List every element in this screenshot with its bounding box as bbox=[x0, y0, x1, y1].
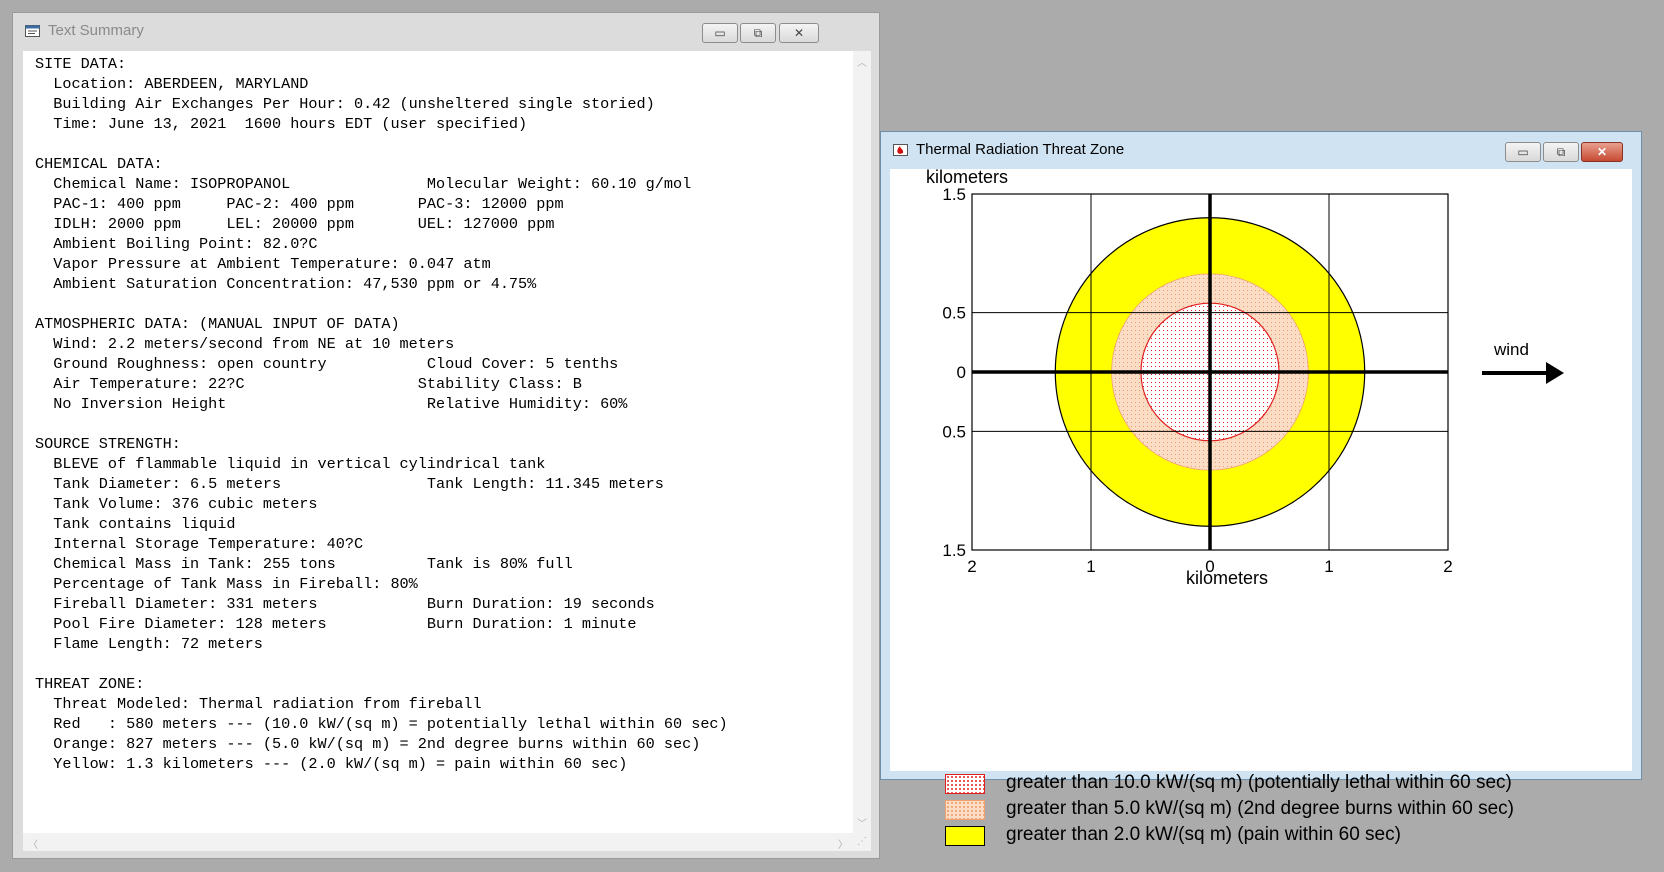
flame-app-icon bbox=[893, 144, 908, 156]
x-tick-label: 1 bbox=[1086, 557, 1095, 576]
close-icon: ✕ bbox=[1596, 145, 1608, 159]
summary-line: Vapor Pressure at Ambient Temperature: 0… bbox=[53, 255, 491, 273]
summary-line: THREAT ZONE: bbox=[35, 675, 145, 693]
text-summary-titlebar[interactable]: Text Summary ▭ ⧉ ✕ bbox=[13, 13, 879, 47]
threat-zone-window: Thermal Radiation Threat Zone ▭ ⧉ ✕ 2 1 0 1… bbox=[880, 131, 1642, 846]
y-tick-label: 0 bbox=[957, 363, 966, 382]
summary-line: SOURCE STRENGTH: bbox=[35, 435, 181, 453]
summary-line: CHEMICAL DATA: bbox=[35, 155, 163, 173]
legend-label: greater than 2.0 kW/(sq m) (pain within … bbox=[1006, 824, 1401, 845]
maximize-icon: ⧉ bbox=[1556, 145, 1566, 159]
summary-line: SITE DATA: bbox=[35, 55, 127, 73]
legend-label: greater than 5.0 kW/(sq m) (2nd degree b… bbox=[1006, 798, 1514, 819]
minimize-icon: ▭ bbox=[1517, 145, 1529, 159]
summary-line: Pool Fire Diameter: 128 meters Burn Dura… bbox=[53, 615, 637, 633]
summary-line: Tank contains liquid bbox=[53, 515, 236, 533]
close-button[interactable]: ✕ bbox=[1581, 142, 1623, 162]
y-tick-label: 1.5 bbox=[942, 185, 966, 204]
horizontal-scrollbar[interactable]: 〈 〉 bbox=[23, 833, 853, 851]
x-axis-label: kilometers bbox=[1186, 568, 1268, 588]
text-summary-content: SITE DATA: Location: ABERDEEN, MARYLAND … bbox=[23, 51, 871, 851]
minimize-button[interactable]: ▭ bbox=[702, 23, 738, 43]
summary-line: Orange: 827 meters --- (5.0 kW/(sq m) = … bbox=[53, 735, 701, 753]
summary-line: Ambient Boiling Point: 82.0?C bbox=[53, 235, 318, 253]
legend-swatch bbox=[945, 826, 985, 846]
x-tick-label: 2 bbox=[1443, 557, 1452, 576]
summary-line: No Inversion Height Relative Humidity: 6… bbox=[53, 395, 628, 413]
wind-label: wind bbox=[1493, 340, 1529, 359]
scroll-up-icon[interactable]: ︿ bbox=[857, 54, 867, 69]
summary-line: Fireball Diameter: 331 meters Burn Durat… bbox=[53, 595, 655, 613]
summary-line: PAC-1: 400 ppm PAC-2: 400 ppm PAC-3: 120… bbox=[53, 195, 564, 213]
y-tick-label: 0.5 bbox=[942, 304, 966, 323]
threat-zone-chart: 2 1 0 1 21.50.500.51.5 kilometers kilometers… bbox=[926, 167, 1564, 588]
legend-label: greater than 10.0 kW/(sq m) (potentially… bbox=[1006, 772, 1512, 793]
summary-line: Yellow: 1.3 kilometers --- (2.0 kW/(sq m… bbox=[53, 755, 628, 773]
summary-line: Location: ABERDEEN, MARYLAND bbox=[53, 75, 309, 93]
app-icon bbox=[25, 25, 40, 37]
summary-line: Ambient Saturation Concentration: 47,530… bbox=[53, 275, 537, 293]
maximize-button[interactable]: ⧉ bbox=[1543, 142, 1579, 162]
text-summary-window: Text Summary ▭ ⧉ ✕ SITE DATA: Location: … bbox=[12, 12, 880, 859]
scroll-down-icon[interactable]: ﹀ bbox=[857, 815, 867, 830]
summary-line: Ground Roughness: open country Cloud Cov… bbox=[53, 355, 619, 373]
summary-line: BLEVE of flammable liquid in vertical cy… bbox=[53, 455, 546, 473]
summary-line: Building Air Exchanges Per Hour: 0.42 (u… bbox=[53, 95, 655, 113]
minimize-icon: ▭ bbox=[714, 26, 726, 40]
summary-line: Threat Modeled: Thermal radiation from f… bbox=[53, 695, 482, 713]
window-title: Thermal Radiation Threat Zone bbox=[916, 141, 1125, 158]
summary-line: ATMOSPHERIC DATA: (MANUAL INPUT OF DATA) bbox=[35, 315, 400, 333]
wind-arrow-icon bbox=[1482, 362, 1564, 384]
summary-text: SITE DATA: Location: ABERDEEN, MARYLAND … bbox=[35, 54, 835, 774]
summary-line: Flame Length: 72 meters bbox=[53, 635, 263, 653]
x-tick-label: 2 bbox=[967, 557, 976, 576]
maximize-button[interactable]: ⧉ bbox=[740, 23, 776, 43]
summary-line: Chemical Name: ISOPROPANOL Molecular Wei… bbox=[53, 175, 692, 193]
y-tick-label: 0.5 bbox=[942, 422, 966, 441]
window-title: Text Summary bbox=[48, 22, 144, 39]
maximize-icon: ⧉ bbox=[753, 26, 763, 40]
summary-line: Red : 580 meters --- (10.0 kW/(sq m) = p… bbox=[53, 715, 728, 733]
summary-line: Internal Storage Temperature: 40?C bbox=[53, 535, 364, 553]
legend-swatch bbox=[945, 774, 985, 794]
threat-zone-titlebar[interactable]: Thermal Radiation Threat Zone ▭ ⧉ ✕ bbox=[881, 132, 1641, 166]
threat-zone-plot-area: 2 1 0 1 2 1.5 0.5 0 0.5 1.5 kilometers kilometers… bbox=[890, 167, 1632, 846]
y-tick-label: 1.5 bbox=[942, 541, 966, 560]
summary-line: Time: June 13, 2021 1600 hours EDT (user… bbox=[53, 115, 528, 133]
scroll-left-icon[interactable]: 〈 bbox=[28, 836, 38, 851]
summary-line: Air Temperature: 22?C Stability Class: B bbox=[53, 375, 582, 393]
summary-line: Tank Diameter: 6.5 meters Tank Length: 1… bbox=[53, 475, 664, 493]
summary-line: Wind: 2.2 meters/second from NE at 10 me… bbox=[53, 335, 455, 353]
vertical-scrollbar[interactable]: ︿ ﹀ bbox=[853, 51, 871, 833]
x-tick-label: 1 bbox=[1324, 557, 1333, 576]
summary-line: Percentage of Tank Mass in Fireball: 80% bbox=[53, 575, 418, 593]
legend-swatch bbox=[945, 800, 985, 820]
scroll-right-icon[interactable]: 〉 bbox=[838, 836, 848, 851]
summary-line: Tank Volume: 376 cubic meters bbox=[53, 495, 318, 513]
resize-grip-icon[interactable]: ⋰ bbox=[853, 833, 871, 851]
summary-line: IDLH: 2000 ppm LEL: 20000 ppm UEL: 12700… bbox=[53, 215, 555, 233]
close-button[interactable]: ✕ bbox=[779, 23, 819, 43]
y-axis-label: kilometers bbox=[926, 169, 1008, 187]
close-icon: ✕ bbox=[793, 26, 805, 40]
minimize-button[interactable]: ▭ bbox=[1505, 142, 1541, 162]
summary-line: Chemical Mass in Tank: 255 tons Tank is … bbox=[53, 555, 573, 573]
